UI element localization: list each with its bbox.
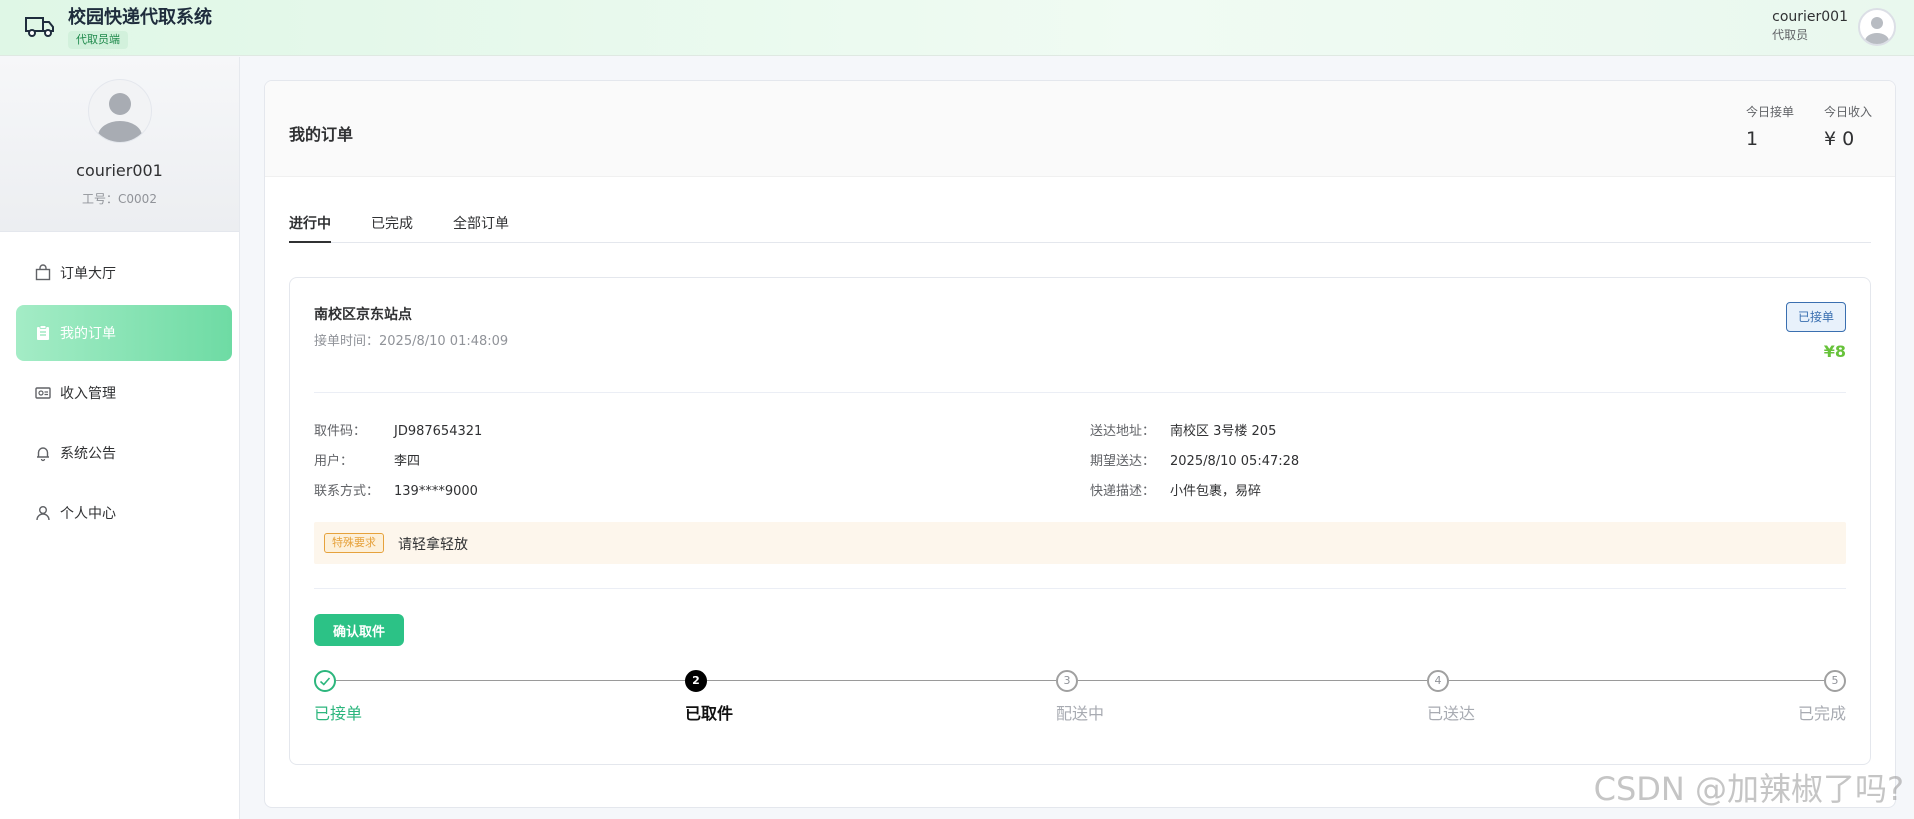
- clipboard-icon: [37, 325, 49, 340]
- order-tabs: 进行中 已完成 全部订单: [289, 201, 1871, 243]
- special-requirement: 特殊要求 请轻拿轻放: [314, 522, 1846, 564]
- sidebar: courier001 工号：C0002 订单大厅 我的订单 收入管理 系统公告 …: [0, 57, 240, 819]
- truck-icon: [25, 17, 54, 37]
- info-user: 用户： 李四: [314, 450, 420, 469]
- sidebar-item-income[interactable]: 收入管理: [16, 365, 232, 421]
- step-label-delivered: 已送达: [1427, 704, 1476, 723]
- sidebar-item-label: 订单大厅: [60, 266, 116, 282]
- order-time-label: 接单时间：: [314, 334, 380, 349]
- tab-completed[interactable]: 已完成: [371, 213, 413, 233]
- info-value: 小件包裹，易碎: [1170, 484, 1262, 499]
- header-avatar[interactable]: [1858, 8, 1896, 46]
- profile-name: courier001: [76, 161, 163, 180]
- order-accept-time: 接单时间：2025/8/10 01:48:09: [314, 330, 508, 349]
- shopping-bag-icon: [35, 264, 51, 281]
- page-title: 我的订单: [289, 125, 354, 144]
- avatar-icon: [1865, 17, 1889, 44]
- sidebar-item-label: 收入管理: [60, 386, 116, 402]
- order-progress-steps: 2 3 4 5 已接单 已取件 配送中 已送达 已完成: [314, 670, 1846, 730]
- info-description: 快递描述： 小件包裹，易碎: [1090, 480, 1261, 499]
- step-label-picked-up: 已取件: [685, 704, 734, 723]
- tab-active-indicator: [289, 241, 331, 243]
- wallet-icon: [35, 387, 51, 399]
- watermark: CSDN @加辣椒了吗?: [1593, 770, 1904, 808]
- sidebar-item-label: 我的订单: [60, 326, 116, 342]
- step-3-indicator: 3: [1056, 670, 1078, 692]
- sidebar-item-label: 系统公告: [60, 446, 116, 462]
- order-card: 南校区京东站点 接单时间：2025/8/10 01:48:09 已接单 ¥8 取…: [289, 277, 1871, 765]
- step-connector: [336, 680, 685, 681]
- step-connector: [1449, 680, 1824, 681]
- app-title: 校园快递代取系统: [68, 7, 212, 28]
- info-value: JD987654321: [394, 424, 483, 439]
- stat-value: ¥ 0: [1824, 128, 1855, 150]
- orders-card: 我的订单 今日接单 1 今日收入 ¥ 0 进行中 已完成 全部订单 南校区京东站…: [264, 80, 1896, 808]
- stat-label: 今日接单: [1746, 105, 1795, 119]
- info-key: 期望送达：: [1090, 454, 1156, 469]
- step-5-indicator: 5: [1824, 670, 1846, 692]
- info-key: 快递描述：: [1090, 484, 1156, 499]
- step-1-check-icon: [314, 670, 336, 692]
- sidebar-item-my-orders[interactable]: 我的订单: [16, 305, 232, 361]
- special-requirement-text: 请轻拿轻放: [398, 537, 468, 553]
- top-header: 校园快递代取系统 代取员端 courier001 代取员: [0, 0, 1914, 56]
- step-connector: [1078, 680, 1427, 681]
- profile-avatar: [88, 79, 152, 143]
- info-value: 李四: [394, 454, 421, 469]
- tab-in-progress[interactable]: 进行中: [289, 213, 331, 233]
- stat-label: 今日收入: [1824, 105, 1873, 119]
- stat-today-income: 今日收入 ¥ 0: [1824, 103, 1872, 150]
- profile-employee-id: 工号：C0002: [82, 192, 157, 206]
- step-connector: [707, 680, 1056, 681]
- info-key: 用户：: [314, 454, 354, 469]
- info-key: 联系方式：: [314, 484, 380, 499]
- header-user-name: courier001: [1772, 9, 1848, 25]
- info-contact: 联系方式： 139****9000: [314, 480, 478, 499]
- sidebar-menu: 订单大厅 我的订单 收入管理 系统公告 个人中心: [16, 245, 232, 545]
- order-station: 南校区京东站点: [314, 307, 412, 323]
- divider: [314, 392, 1846, 393]
- step-2-indicator: 2: [685, 670, 707, 692]
- order-price: ¥8: [1823, 342, 1846, 361]
- status-badge: 已接单: [1785, 302, 1846, 332]
- info-expected-delivery: 期望送达： 2025/8/10 05:47:28: [1090, 450, 1299, 469]
- info-delivery-address: 送达地址： 南校区 3号楼 205: [1090, 420, 1276, 439]
- sidebar-item-profile[interactable]: 个人中心: [16, 485, 232, 541]
- step-4-indicator: 4: [1427, 670, 1449, 692]
- info-value: 139****9000: [394, 484, 478, 499]
- header-user-role: 代取员: [1772, 28, 1809, 42]
- sidebar-item-label: 个人中心: [60, 506, 116, 522]
- profile-panel: courier001 工号：C0002: [0, 57, 239, 232]
- stat-value: 1: [1746, 128, 1759, 150]
- bell-icon: [37, 447, 49, 462]
- info-pickup-code: 取件码： JD987654321: [314, 420, 482, 439]
- confirm-pickup-button[interactable]: 确认取件: [314, 614, 404, 646]
- sidebar-item-order-hall[interactable]: 订单大厅: [16, 245, 232, 301]
- tab-all-orders[interactable]: 全部订单: [453, 213, 509, 233]
- stat-today-orders: 今日接单 1: [1746, 103, 1794, 150]
- special-requirement-tag: 特殊要求: [324, 533, 384, 553]
- order-time-value: 2025/8/10 01:48:09: [379, 334, 509, 349]
- avatar-icon: [98, 93, 142, 142]
- info-value: 南校区 3号楼 205: [1170, 424, 1277, 439]
- sidebar-item-announcements[interactable]: 系统公告: [16, 425, 232, 481]
- user-icon: [36, 506, 50, 521]
- header-user[interactable]: courier001 代取员: [1772, 9, 1848, 43]
- step-label-completed: 已完成: [1797, 704, 1846, 723]
- card-header: 我的订单 今日接单 1 今日收入 ¥ 0: [265, 81, 1895, 177]
- info-key: 取件码：: [314, 424, 367, 439]
- info-key: 送达地址：: [1090, 424, 1156, 439]
- step-label-delivering: 配送中: [1056, 704, 1105, 723]
- info-value: 2025/8/10 05:47:28: [1170, 454, 1300, 469]
- role-badge: 代取员端: [68, 31, 128, 49]
- step-label-accepted: 已接单: [314, 704, 363, 723]
- divider: [314, 588, 1846, 589]
